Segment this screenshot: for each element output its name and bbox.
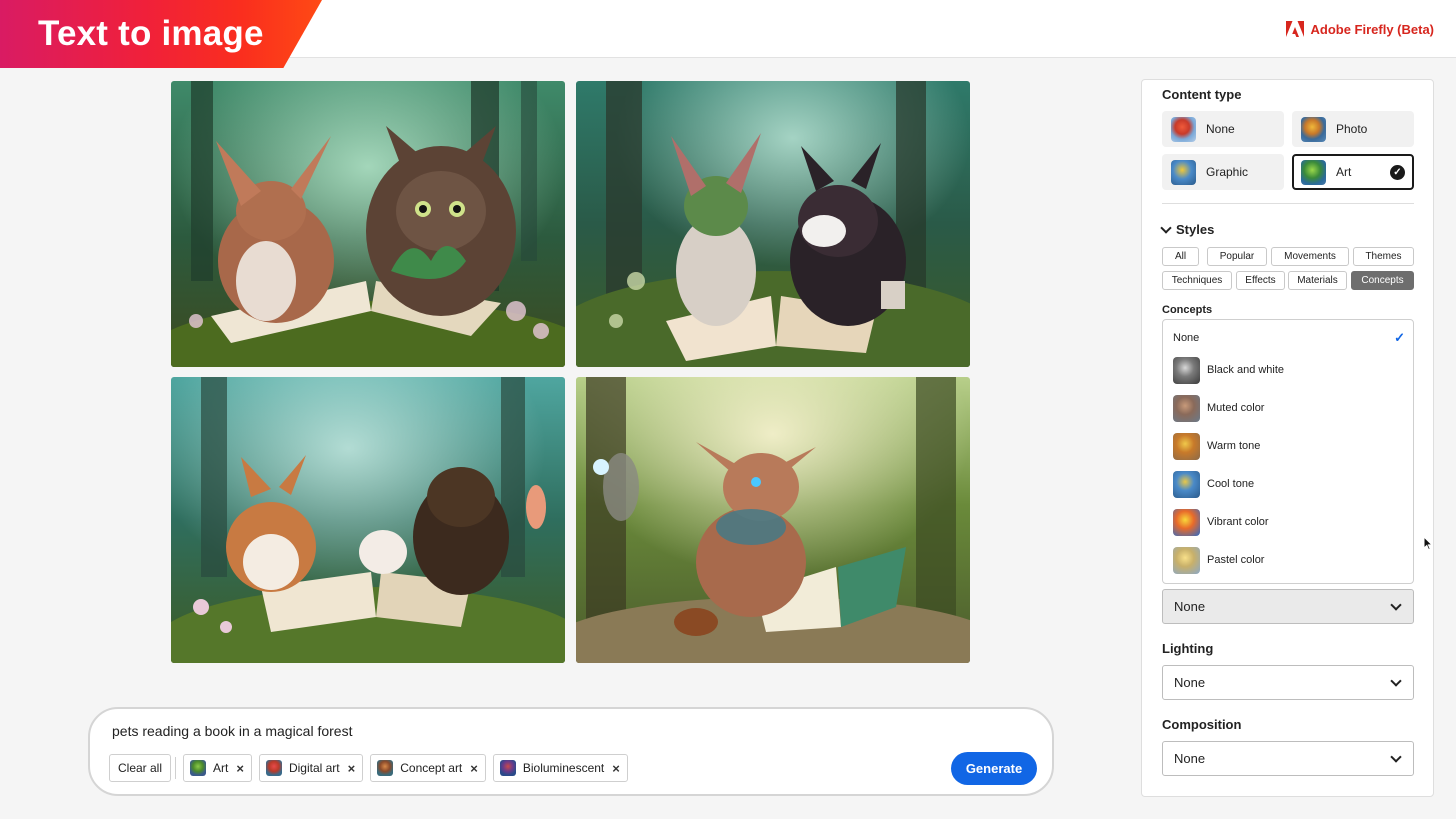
balloon-thumb-icon bbox=[1301, 116, 1326, 142]
tag-chip-art[interactable]: Art × bbox=[183, 754, 252, 782]
balloon-thumb-icon bbox=[1173, 356, 1200, 384]
adobe-logo-icon bbox=[1286, 21, 1305, 37]
balloon-thumb-icon bbox=[499, 760, 516, 776]
divider bbox=[1162, 203, 1414, 204]
balloon-thumb-icon bbox=[1173, 432, 1200, 460]
generated-image-1[interactable] bbox=[171, 81, 565, 367]
balloon-thumb-icon bbox=[1173, 394, 1200, 422]
concept-label: Pastel color bbox=[1207, 554, 1265, 566]
chevron-down-icon bbox=[1390, 675, 1402, 687]
content-type-heading: Content type bbox=[1162, 87, 1242, 102]
chevron-down-icon bbox=[1390, 751, 1402, 763]
chevron-down-icon bbox=[1160, 221, 1172, 234]
tag-label: Digital art bbox=[288, 761, 340, 775]
tag-chip-concept-art[interactable]: Concept art × bbox=[370, 754, 486, 782]
divider bbox=[175, 757, 177, 779]
balloon-thumb-icon bbox=[1171, 159, 1196, 185]
composition-heading: Composition bbox=[1162, 717, 1242, 732]
styles-heading: Styles bbox=[1176, 222, 1215, 237]
tag-label: Bioluminescent bbox=[522, 761, 605, 775]
concept-option-muted-color[interactable]: Muted color bbox=[1163, 390, 1413, 426]
concept-label: Warm tone bbox=[1207, 440, 1261, 452]
prompt-tags: Clear all Art × Digital art × Concept ar… bbox=[109, 754, 628, 782]
generated-image-2[interactable] bbox=[576, 81, 970, 367]
balloon-thumb-icon bbox=[1173, 470, 1200, 498]
style-tab-effects[interactable]: Effects bbox=[1236, 271, 1285, 290]
balloon-thumb-icon bbox=[1173, 508, 1200, 536]
prompt-bar: pets reading a book in a magical forest … bbox=[88, 707, 1054, 796]
content-type-art[interactable]: Art ✓ bbox=[1292, 154, 1414, 190]
lighting-select[interactable]: None bbox=[1162, 665, 1414, 700]
balloon-thumb-icon bbox=[265, 760, 282, 776]
content-type-none[interactable]: None bbox=[1162, 111, 1284, 147]
checkmark-icon: ✓ bbox=[1394, 330, 1405, 345]
concept-label: Black and white bbox=[1207, 364, 1285, 376]
balloon-thumb-icon bbox=[1173, 546, 1200, 574]
content-type-photo[interactable]: Photo bbox=[1292, 111, 1414, 147]
concepts-select[interactable]: None bbox=[1162, 589, 1414, 624]
concept-label: Cool tone bbox=[1207, 478, 1255, 490]
lighting-heading: Lighting bbox=[1162, 641, 1214, 656]
styles-toggle[interactable]: Styles bbox=[1160, 221, 1215, 237]
tag-label: Art bbox=[213, 761, 229, 775]
title-banner: Text to image bbox=[0, 0, 322, 68]
select-value: None bbox=[1174, 751, 1206, 766]
selected-check-icon: ✓ bbox=[1390, 165, 1405, 180]
concept-option-vibrant-color[interactable]: Vibrant color bbox=[1163, 504, 1413, 540]
style-tab-materials[interactable]: Materials bbox=[1288, 271, 1347, 290]
remove-tag-icon[interactable]: × bbox=[236, 761, 244, 776]
brand-link[interactable]: Adobe Firefly (Beta) bbox=[1286, 21, 1434, 37]
remove-tag-icon[interactable]: × bbox=[470, 761, 478, 776]
concept-option-pastel-color[interactable]: Pastel color bbox=[1163, 542, 1413, 578]
concept-option-cool-tone[interactable]: Cool tone bbox=[1163, 466, 1413, 502]
generated-image-4[interactable] bbox=[576, 377, 970, 663]
content-type-label: Photo bbox=[1336, 122, 1368, 136]
content-type-label: Graphic bbox=[1206, 165, 1249, 179]
select-value: None bbox=[1174, 599, 1206, 614]
tag-chip-digital-art[interactable]: Digital art × bbox=[258, 754, 364, 782]
content-type-graphic[interactable]: Graphic bbox=[1162, 154, 1284, 190]
concepts-heading: Concepts bbox=[1162, 304, 1213, 316]
content-type-label: Art bbox=[1336, 165, 1352, 179]
concept-option-black-and-white[interactable]: Black and white bbox=[1163, 352, 1413, 388]
remove-tag-icon[interactable]: × bbox=[612, 761, 620, 776]
balloon-thumb-icon bbox=[190, 760, 207, 776]
style-tab-concepts[interactable]: Concepts bbox=[1351, 271, 1414, 290]
prompt-input[interactable]: pets reading a book in a magical forest bbox=[112, 723, 352, 739]
tag-chip-bioluminescent[interactable]: Bioluminescent × bbox=[492, 754, 628, 782]
brand-label: Adobe Firefly (Beta) bbox=[1310, 21, 1434, 37]
style-tab-techniques[interactable]: Techniques bbox=[1162, 271, 1232, 290]
chevron-down-icon bbox=[1390, 599, 1402, 611]
mouse-cursor-icon bbox=[1423, 535, 1434, 556]
style-tab-movements[interactable]: Movements bbox=[1271, 247, 1349, 266]
select-value: None bbox=[1174, 675, 1206, 690]
balloon-thumb-icon bbox=[1171, 116, 1196, 142]
concept-label: None bbox=[1173, 332, 1200, 344]
generated-image-3[interactable] bbox=[171, 377, 565, 663]
balloon-thumb-icon bbox=[1301, 159, 1326, 185]
style-tab-themes[interactable]: Themes bbox=[1353, 247, 1414, 266]
style-tab-all[interactable]: All bbox=[1162, 247, 1199, 266]
tag-label: Concept art bbox=[400, 761, 463, 775]
settings-panel: Content type None Photo Graphic Art ✓ St… bbox=[1141, 79, 1434, 797]
remove-tag-icon[interactable]: × bbox=[348, 761, 356, 776]
balloon-thumb-icon bbox=[377, 760, 394, 776]
style-tab-popular[interactable]: Popular bbox=[1207, 247, 1267, 266]
concepts-dropdown-list: None ✓ Black and white Muted color Warm … bbox=[1162, 319, 1414, 584]
clear-all-button[interactable]: Clear all bbox=[109, 754, 172, 782]
concept-option-warm-tone[interactable]: Warm tone bbox=[1163, 428, 1413, 464]
concept-label: Muted color bbox=[1207, 402, 1265, 414]
concept-option-none[interactable]: None ✓ bbox=[1163, 320, 1413, 356]
page-title: Text to image bbox=[38, 14, 264, 53]
composition-select[interactable]: None bbox=[1162, 741, 1414, 776]
generate-button[interactable]: Generate bbox=[951, 752, 1037, 785]
concept-label: Vibrant color bbox=[1207, 516, 1269, 528]
content-type-label: None bbox=[1206, 122, 1235, 136]
